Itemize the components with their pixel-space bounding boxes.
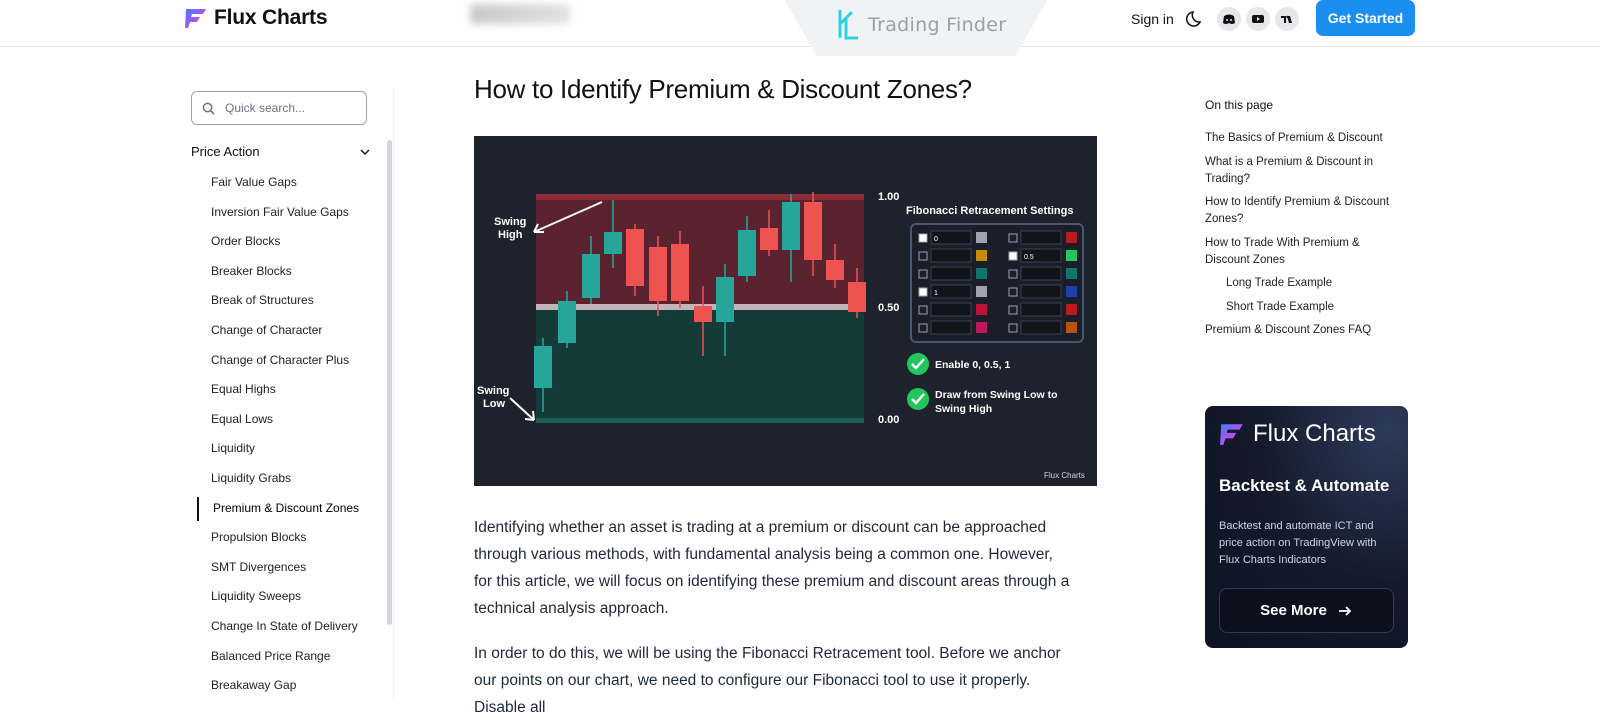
paragraph-1: Identifying whether an asset is trading …	[474, 519, 1070, 617]
search-icon	[202, 102, 215, 115]
sidebar-item[interactable]: Equal Highs	[211, 375, 359, 405]
active-indicator	[197, 497, 199, 521]
toc-title: On this page	[1205, 98, 1274, 112]
sign-in-link[interactable]: Sign in	[1131, 11, 1174, 27]
promo-logo: Flux Charts	[1219, 420, 1376, 448]
sidebar-item[interactable]: Liquidity	[211, 434, 359, 464]
search-input[interactable]	[225, 101, 355, 115]
candle	[738, 230, 756, 276]
trading-finder-icon	[838, 10, 858, 40]
candle	[582, 254, 600, 298]
check2-text: Draw from Swing Low to Swing High	[935, 389, 1058, 415]
chevron-down-icon[interactable]	[359, 146, 371, 158]
quick-search[interactable]	[191, 91, 367, 125]
sidebar-item[interactable]: Liquidity Grabs	[211, 464, 359, 494]
swing-low-label: Swing Low	[477, 385, 509, 410]
blurred-text	[470, 4, 570, 24]
candle	[649, 247, 667, 301]
sidebar-item[interactable]: Fair Value Gaps	[211, 168, 359, 198]
level-mid: 0.50	[878, 302, 899, 314]
tradingview-icon[interactable]	[1275, 7, 1299, 31]
brand-logo[interactable]: Flux Charts	[184, 6, 328, 30]
sidebar-item[interactable]: Balanced Price Range	[211, 642, 359, 672]
bottom-line	[536, 418, 864, 423]
swing-high-label: Swing High	[494, 216, 526, 241]
flux-logo-icon	[1220, 424, 1243, 445]
candle	[604, 232, 622, 254]
level-top: 1.00	[878, 191, 899, 203]
toc-item[interactable]: Short Trade Example	[1205, 299, 1390, 316]
sidebar-item[interactable]: Order Blocks	[211, 227, 359, 257]
candle	[716, 277, 734, 322]
svg-text:1: 1	[934, 290, 938, 297]
see-more-button[interactable]: See More	[1219, 588, 1394, 633]
trading-finder-watermark: Trading Finder	[836, 8, 1006, 42]
youtube-icon[interactable]	[1246, 7, 1270, 31]
moon-icon[interactable]	[1186, 9, 1206, 29]
candle	[626, 229, 644, 286]
brand-name: Flux Charts	[214, 6, 328, 29]
top-header: Flux Charts Trading Finder Sign in Get S…	[0, 0, 1600, 56]
sidebar-item[interactable]: SMT Divergences	[211, 553, 359, 583]
sidebar-item[interactable]: Propulsion Blocks	[211, 523, 359, 553]
sidebar-item[interactable]: Liquidity Sweeps	[211, 582, 359, 612]
sidebar-item[interactable]: Change of Character	[211, 316, 359, 346]
promo-brand: Flux Charts	[1253, 420, 1376, 447]
candle	[671, 244, 689, 301]
toc-item[interactable]: Long Trade Example	[1205, 275, 1390, 292]
sidebar-item[interactable]: Change In State of Delivery	[211, 612, 359, 642]
toc-item[interactable]: The Basics of Premium & Discount	[1205, 130, 1390, 147]
swing-low-arrow	[509, 397, 535, 421]
discord-icon[interactable]	[1217, 7, 1241, 31]
svg-text:0.5: 0.5	[1024, 254, 1034, 261]
article-image: 1.00 0.50 0.00 Swing High Swing Low Fibona…	[474, 136, 1097, 486]
candle	[694, 306, 712, 322]
promo-description: Backtest and automate ICT and price acti…	[1219, 520, 1377, 566]
level-bottom: 0.00	[878, 414, 899, 426]
paragraph-2: In order to do this, we will be using th…	[474, 645, 1061, 716]
page-title: How to Identify Premium & Discount Zones…	[474, 74, 972, 104]
get-started-button[interactable]: Get Started	[1316, 0, 1415, 36]
divider	[393, 88, 394, 700]
sidebar-scrollbar[interactable]	[387, 140, 392, 625]
candle	[558, 301, 576, 343]
svg-text:0: 0	[934, 236, 938, 243]
sidebar-item[interactable]: Equal Lows	[211, 405, 359, 435]
promo-card: Flux Charts Backtest & Automate Backtest…	[1205, 406, 1408, 648]
sidebar-item[interactable]: Change of Character Plus	[211, 346, 359, 376]
candle	[534, 346, 552, 388]
candle	[826, 260, 844, 280]
candle	[848, 282, 866, 312]
toc-item[interactable]: Premium & Discount Zones FAQ	[1205, 322, 1390, 339]
sidebar-item[interactable]: Breaker Blocks	[211, 257, 359, 287]
candle	[760, 228, 778, 250]
settings-title: Fibonacci Retracement Settings	[906, 205, 1074, 217]
toc-item[interactable]: How to Identify Premium & Discount Zones…	[1205, 194, 1390, 228]
section-label: Price Action	[191, 144, 260, 159]
flux-logo-icon	[185, 9, 206, 28]
sidebar-item[interactable]: Inversion Fair Value Gaps	[211, 198, 359, 228]
fibonacci-chart-illustration: 1.00 0.50 0.00 Swing High Swing Low Fibona…	[477, 191, 1085, 480]
toc-list: The Basics of Premium & Discount What is …	[1205, 130, 1390, 346]
toc-item[interactable]: What is a Premium & Discount in Trading?	[1205, 154, 1390, 188]
top-line	[536, 194, 864, 200]
watermark-text: Trading Finder	[868, 14, 1007, 36]
discount-zone	[536, 310, 864, 422]
image-watermark: Flux Charts	[1044, 471, 1085, 480]
check1-text: Enable 0, 0.5, 1	[935, 359, 1010, 371]
candle	[782, 202, 800, 250]
promo-heading: Backtest & Automate	[1219, 476, 1390, 495]
arrow-right-icon	[1338, 605, 1352, 616]
sidebar-item[interactable]: Premium & Discount Zones	[213, 494, 359, 524]
toc-item[interactable]: How to Trade With Premium & Discount Zon…	[1205, 235, 1390, 269]
sidebar-item[interactable]: Break of Structures	[211, 286, 359, 316]
section-price-action[interactable]: Price Action	[191, 144, 371, 159]
candle	[804, 202, 822, 260]
sidebar-nav: Fair Value Gaps Inversion Fair Value Gaps…	[211, 168, 359, 701]
see-more-label: See More	[1260, 602, 1327, 619]
sidebar-item[interactable]: Breakaway Gap	[211, 671, 359, 701]
